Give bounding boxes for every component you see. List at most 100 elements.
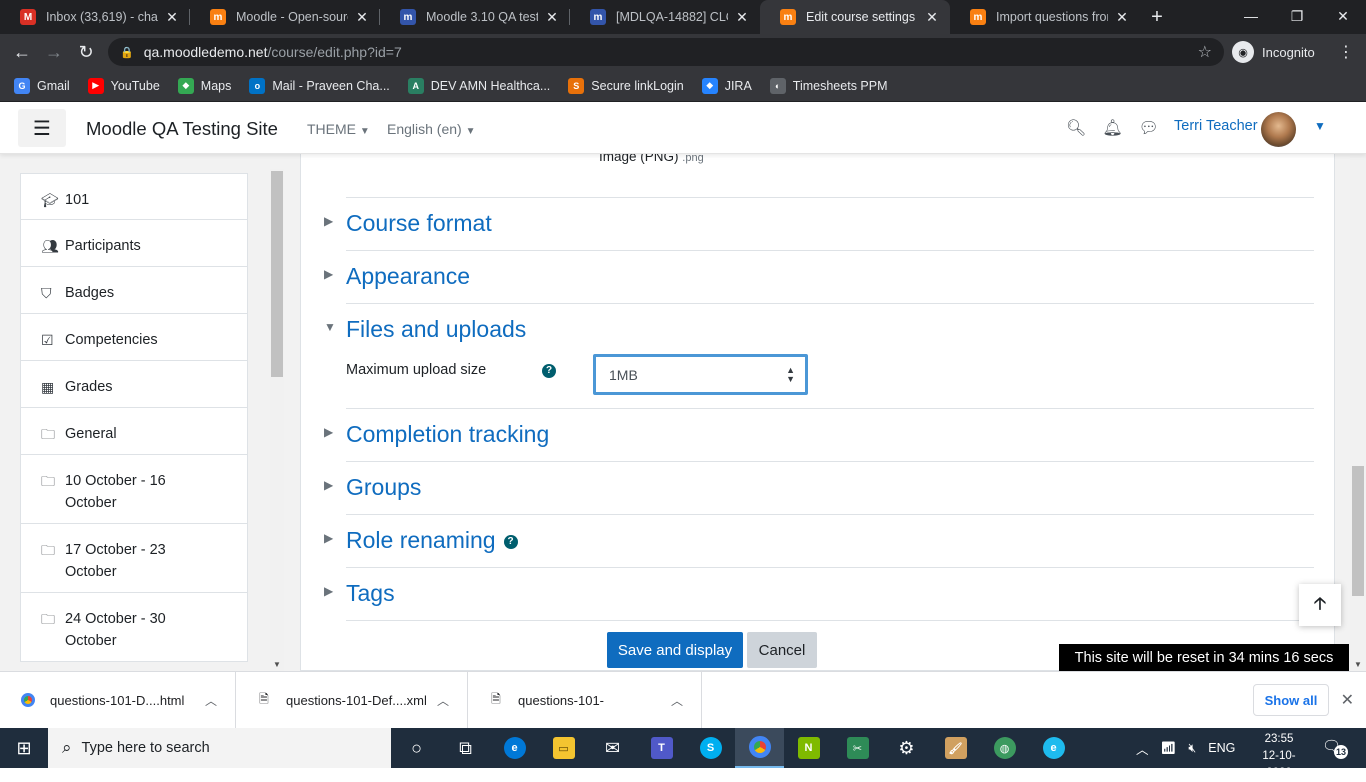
browser-tab-active[interactable]: m Edit course settings ✕ [760, 0, 950, 34]
bookmark-dev-amn[interactable]: A DEV AMN Healthca... [407, 77, 550, 94]
chevron-up-icon[interactable]: ︿ [205, 692, 217, 709]
chevron-up-icon[interactable]: ︿ [1136, 739, 1149, 758]
snipping-tool-icon[interactable]: ✂ [833, 728, 882, 768]
close-tab-icon[interactable]: ✕ [164, 9, 180, 26]
cancel-button[interactable]: Cancel [747, 632, 817, 668]
page-scrollbar[interactable]: ▼ [1350, 154, 1366, 671]
internet-explorer-icon[interactable]: e [1029, 728, 1078, 768]
back-arrow-icon[interactable]: ← [6, 42, 38, 63]
close-tab-icon[interactable]: ✕ [1114, 9, 1130, 26]
close-window-icon[interactable]: ✕ [1320, 0, 1366, 32]
address-bar[interactable]: 🔒 qa.moodledemo.net/course/edit.php?id=7… [108, 38, 1224, 66]
close-tab-icon[interactable]: ✕ [354, 9, 370, 26]
drawer-item-grades[interactable]: ▦ Grades [20, 361, 248, 408]
section-title[interactable]: Role renaming? [346, 527, 518, 554]
mail-icon[interactable]: ✉ [588, 728, 637, 768]
site-name[interactable]: Moodle QA Testing Site [86, 118, 278, 140]
input-language[interactable]: ENG [1208, 741, 1235, 755]
user-menu-name[interactable]: Terri Teacher [1174, 118, 1258, 134]
language-dropdown[interactable]: English (en) ▼ [387, 121, 476, 137]
theme-dropdown[interactable]: THEME ▼ [307, 121, 370, 137]
reload-icon[interactable]: ↻ [70, 42, 102, 63]
chevron-up-icon[interactable]: ︿ [437, 692, 449, 709]
task-view-icon[interactable]: ⧉ [441, 728, 490, 768]
close-tab-icon[interactable]: ✕ [734, 9, 750, 26]
chevron-up-icon[interactable]: ︿ [671, 692, 683, 709]
menu-kebab-icon[interactable]: ⋮ [1338, 42, 1354, 62]
drawer-scrollbar[interactable]: ▼ [270, 169, 284, 671]
skype-icon[interactable]: S [686, 728, 735, 768]
incognito-profile[interactable]: ◉ Incognito [1232, 38, 1315, 66]
wifi-icon[interactable]: 📶︎ [1161, 741, 1177, 756]
show-all-downloads-button[interactable]: Show all [1253, 684, 1329, 716]
drawer-item-week[interactable]: 🗀 10 October - 16 October [20, 455, 248, 524]
section-title[interactable]: Completion tracking [346, 421, 549, 448]
avatar[interactable] [1261, 112, 1296, 147]
bookmark-youtube[interactable]: ▶ YouTube [87, 77, 160, 94]
file-explorer-icon[interactable]: ▭ [539, 728, 588, 768]
bookmark-star-icon[interactable]: ☆ [1198, 42, 1212, 62]
drawer-item-general[interactable]: 🗀 General [20, 408, 248, 455]
bookmark-mail[interactable]: o Mail - Praveen Cha... [249, 77, 390, 94]
notepad-icon[interactable]: N [784, 728, 833, 768]
scrollbar-thumb[interactable] [1352, 466, 1364, 596]
browser-tab[interactable]: M Inbox (33,619) - chama ✕ [0, 0, 190, 34]
drawer-item-week[interactable]: 🗀 24 October - 30 October [20, 593, 248, 662]
section-groups[interactable]: ▶ Groups [324, 462, 1314, 515]
drawer-item-badges[interactable]: ⛉ Badges [20, 267, 248, 314]
caret-down-icon[interactable]: ▼ [1314, 119, 1326, 133]
globe-icon[interactable]: ◍ [980, 728, 1029, 768]
max-upload-size-select[interactable]: 1MB ▲ ▼ [593, 354, 808, 395]
bell-icon[interactable]: 🔔︎ [1102, 118, 1122, 138]
chat-bubble-icon[interactable]: 💬︎ [1139, 118, 1159, 138]
section-title[interactable]: Course format [346, 210, 492, 237]
restore-icon[interactable]: ❐ [1274, 0, 1320, 32]
section-title[interactable]: Groups [346, 474, 421, 501]
hamburger-menu-button[interactable]: ☰ [18, 109, 66, 147]
close-downloads-icon[interactable]: ✕ [1341, 690, 1354, 710]
action-center-icon[interactable]: 🗨︎ 13 [1322, 737, 1348, 759]
browser-tab[interactable]: m Moodle 3.10 QA testing ✕ [380, 0, 570, 34]
help-icon[interactable]: ? [503, 534, 518, 549]
section-title[interactable]: Tags [346, 580, 395, 607]
back-to-top-button[interactable]: 🡡 [1299, 584, 1341, 626]
scroll-down-arrow-icon[interactable]: ▼ [1354, 660, 1362, 669]
browser-tab[interactable]: m Moodle - Open-source ✕ [190, 0, 380, 34]
chrome-icon[interactable] [735, 728, 784, 768]
bookmark-maps[interactable]: ◆ Maps [177, 77, 231, 94]
scrollbar-thumb[interactable] [271, 171, 283, 377]
section-course-format[interactable]: ▶ Course format [324, 198, 1314, 251]
download-item[interactable]: 🗎 questions-101- ︿ [468, 671, 702, 729]
drawer-item-week[interactable]: 🗀 17 October - 23 October [20, 524, 248, 593]
settings-gear-icon[interactable]: ⚙ [882, 728, 931, 768]
download-item[interactable]: 🗎 questions-101-Def....xml ︿ [236, 671, 468, 729]
section-appearance[interactable]: ▶ Appearance [324, 251, 1314, 304]
taskbar-search[interactable]: ⌕ Type here to search [48, 728, 391, 768]
scroll-down-arrow-icon[interactable]: ▼ [273, 660, 281, 669]
bookmark-timesheets[interactable]: ◐ Timesheets PPM [769, 77, 888, 94]
close-tab-icon[interactable]: ✕ [924, 9, 940, 26]
bookmark-secure-link[interactable]: S Secure linkLogin [568, 77, 684, 94]
bookmark-jira[interactable]: ◆ JIRA [701, 77, 752, 94]
speaker-muted-icon[interactable]: 🔇︎ [1188, 741, 1196, 756]
save-and-display-button[interactable]: Save and display [607, 632, 743, 668]
cortana-icon[interactable]: ○ [392, 728, 441, 768]
help-icon[interactable]: ? [542, 364, 556, 378]
new-tab-button[interactable]: + [1140, 0, 1174, 34]
windows-start-icon[interactable]: ⊞ [0, 728, 48, 768]
edge-icon[interactable]: e [490, 728, 539, 768]
browser-tab[interactable]: m [MDLQA-14882] CLONE ✕ [570, 0, 760, 34]
close-tab-icon[interactable]: ✕ [544, 9, 560, 26]
section-title[interactable]: Appearance [346, 263, 470, 290]
section-role-renaming[interactable]: ▶ Role renaming? [324, 515, 1314, 568]
teams-icon[interactable]: T [637, 728, 686, 768]
section-tags[interactable]: ▶ Tags [324, 568, 1314, 621]
taskbar-clock[interactable]: 23:55 12-10-2020 [1252, 731, 1306, 782]
download-item[interactable]: questions-101-D....html ︿ [0, 671, 236, 729]
drawer-item-participants[interactable]: 👥︎ Participants [20, 220, 248, 267]
section-completion-tracking[interactable]: ▶ Completion tracking [324, 409, 1314, 462]
bookmark-gmail[interactable]: G Gmail [14, 77, 70, 94]
paint-icon[interactable]: 🖌︎ [931, 728, 980, 768]
forward-arrow-icon[interactable]: → [38, 42, 70, 63]
browser-tab[interactable]: m Import questions from ✕ [950, 0, 1140, 34]
